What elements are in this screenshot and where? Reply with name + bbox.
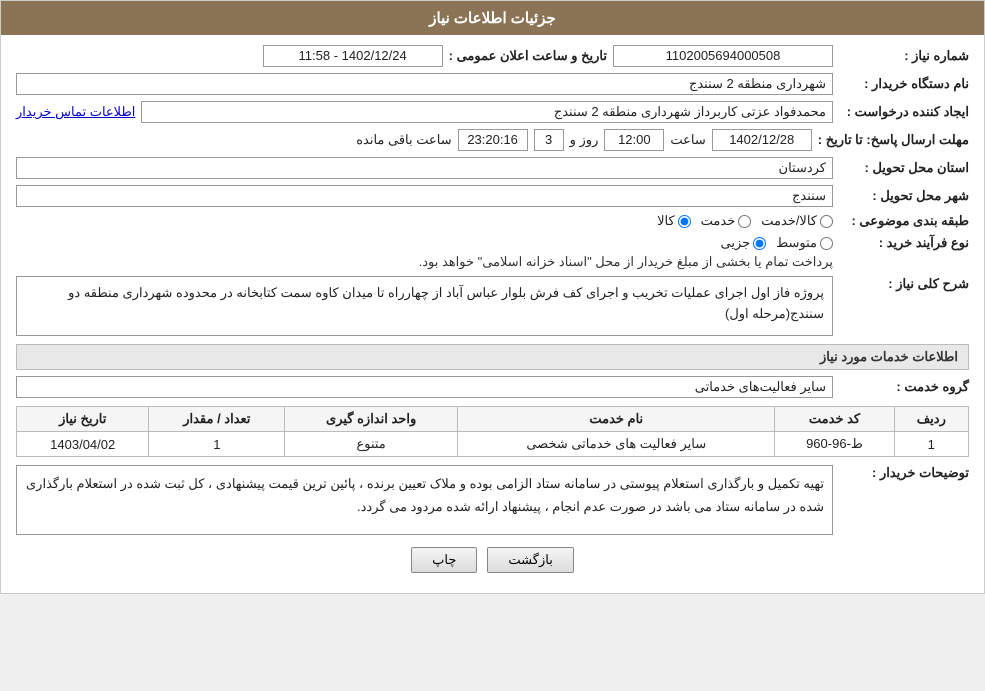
shahr-label: شهر محل تحویل : (839, 188, 969, 204)
sharh-label: شرح کلی نیاز : (839, 276, 969, 292)
ijadKonande-label: ایجاد کننده درخواست : (839, 104, 969, 120)
noeFarayand-jazei-radio[interactable] (753, 237, 766, 250)
cell-vahedAndazegiri: متنوع (285, 432, 458, 457)
col-radif: ردیف (894, 407, 968, 432)
noeFarayand-label: نوع فرآیند خرید : (839, 235, 969, 251)
services-table: ردیف کد خدمت نام خدمت واحد اندازه گیری ت… (16, 406, 969, 457)
col-tarikNiaz: تاریخ نیاز (17, 407, 149, 432)
mohlat-date: 1402/12/28 (712, 129, 812, 151)
tarikhSaatElaan-value: 1402/12/24 - 11:58 (263, 45, 443, 67)
mohlat-label: مهلت ارسال پاسخ: تا تاریخ : (818, 132, 969, 148)
mohlat-roz-label: روز و (570, 132, 599, 148)
tabeband-khadamat-label: خدمت (701, 213, 736, 229)
noeFarayand-motavaset-radio[interactable] (820, 237, 833, 250)
noeFarayand-motavaset-label: متوسط (776, 235, 817, 251)
col-tedad: تعداد / مقدار (149, 407, 285, 432)
table-row: 1ط-96-960سایر فعالیت های خدماتی شخصیمتنو… (17, 432, 969, 457)
tabeband-label: طبقه بندی موضوعی : (839, 213, 969, 229)
ostan-label: استان محل تحویل : (839, 160, 969, 176)
sharh-value: پروژه فاز اول اجرای عملیات تخریب و اجرای… (16, 276, 833, 336)
namDastgah-label: نام دستگاه خریدار : (839, 76, 969, 92)
shomareNiaz-label: شماره نیاز : (839, 48, 969, 64)
noeFarayand-jazei-item: جزیی (720, 235, 766, 251)
groheKhadamat-label: گروه خدمت : (839, 379, 969, 395)
mohlat-baghi: 23:20:16 (458, 129, 528, 151)
info-section-title: اطلاعات خدمات مورد نیاز (16, 344, 969, 370)
tarikhSaatElaan-label: تاریخ و ساعت اعلان عمومی : (449, 48, 607, 64)
col-vahedAndazegiri: واحد اندازه گیری (285, 407, 458, 432)
mohlat-saat: 12:00 (604, 129, 664, 151)
col-kodKhadamat: کد خدمت (775, 407, 894, 432)
namDastgah-value: شهرداری منطقه 2 سنندج (16, 73, 833, 95)
tabeband-radiogroup: کالا/خدمت خدمت کالا (16, 213, 833, 229)
tawzihat-label: توضیحات خریدار : (839, 465, 969, 481)
cell-tarikNiaz: 1403/04/02 (17, 432, 149, 457)
col-namKhadamat: نام خدمت (458, 407, 775, 432)
button-row: بازگشت چاپ (16, 547, 969, 573)
noeFarayand-radiogroup: متوسط جزیی (16, 235, 833, 251)
tabeband-kala-item: کالا (657, 213, 691, 229)
tabeband-kalakhadamat-item: کالا/خدمت (761, 213, 833, 229)
cell-radif: 1 (894, 432, 968, 457)
ostan-value: کردستان (16, 157, 833, 179)
noeFarayand-motavaset-item: متوسط (776, 235, 833, 251)
back-button[interactable]: بازگشت (487, 547, 573, 573)
tabeband-kala-radio[interactable] (678, 215, 691, 228)
cell-kodKhadamat: ط-96-960 (775, 432, 894, 457)
noeFarayand-note: پرداخت تمام یا بخشی از مبلغ خریدار از مح… (16, 254, 833, 270)
tabeband-kalakhadamat-radio[interactable] (820, 215, 833, 228)
groheKhadamat-value: سایر فعالیت‌های خدماتی (16, 376, 833, 398)
page-title: جزئیات اطلاعات نیاز (1, 1, 984, 35)
tabeband-khadamat-item: خدمت (701, 213, 752, 229)
shomareNiaz-value: 1102005694000508 (613, 45, 833, 67)
etelaatTamas-link[interactable]: اطلاعات تماس خریدار (16, 104, 135, 120)
mohlat-saat-label: ساعت (670, 132, 705, 148)
cell-tedad: 1 (149, 432, 285, 457)
print-button[interactable]: چاپ (411, 547, 477, 573)
tabeband-kalakhadamat-label: کالا/خدمت (761, 213, 817, 229)
noeFarayand-jazei-label: جزیی (720, 235, 750, 251)
shahr-value: سنندج (16, 185, 833, 207)
tawzihat-value: تهیه تکمیل و بارگذاری استعلام پیوستی در … (16, 465, 833, 535)
mohlat-roz: 3 (534, 129, 564, 151)
tabeband-khadamat-radio[interactable] (738, 215, 751, 228)
ijadKonande-value: محمدفواد عزتی کاربرداز شهرداری منطقه 2 س… (141, 101, 833, 123)
cell-namKhadamat: سایر فعالیت های خدماتی شخصی (458, 432, 775, 457)
tabeband-kala-label: کالا (657, 213, 675, 229)
mohlat-baghi-label: ساعت باقی مانده (356, 132, 451, 148)
